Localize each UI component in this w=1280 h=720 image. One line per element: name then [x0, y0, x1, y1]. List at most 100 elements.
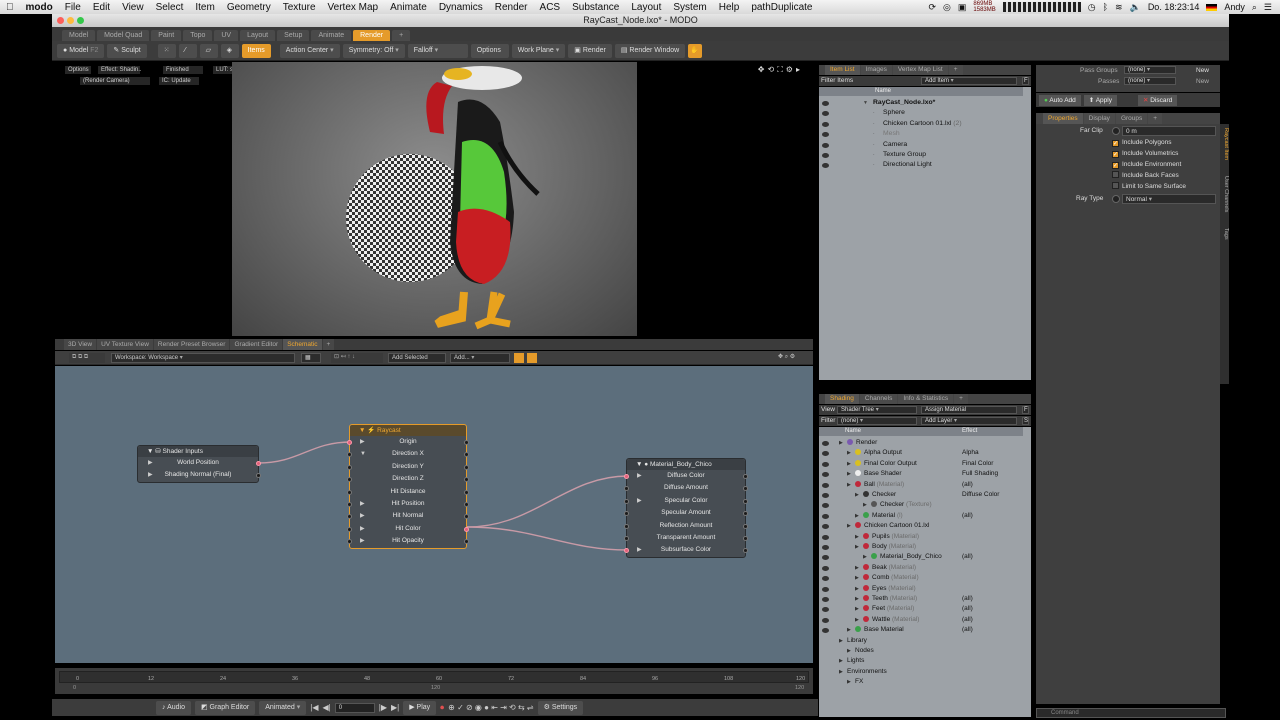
- add-layer-dropdown[interactable]: Add Layer: [921, 417, 1017, 425]
- add-item-dropdown[interactable]: Add Item: [921, 77, 1017, 85]
- node-port-hit-color[interactable]: ▶ Hit Color: [347, 523, 469, 535]
- expand-arrow-icon[interactable]: ▶: [839, 636, 843, 646]
- visibility-eye-icon[interactable]: [822, 142, 829, 148]
- apple-icon[interactable]: : [0, 2, 20, 13]
- expand-arrow-icon[interactable]: ▶: [855, 594, 859, 604]
- node-port-direction-y[interactable]: Direction Y: [347, 461, 469, 473]
- select-materials-icon[interactable]: ◈: [220, 43, 239, 58]
- shader-row-lights[interactable]: ▶ Lights: [819, 656, 1023, 666]
- item-row-directional-light[interactable]: · Directional Light: [819, 160, 1023, 170]
- expand-arrow-icon[interactable]: ▶: [360, 523, 365, 535]
- expand-arrow-icon[interactable]: ▶: [855, 563, 859, 573]
- shading-f-button[interactable]: F: [1022, 406, 1029, 414]
- expand-arrow-icon[interactable]: ▶: [855, 542, 859, 552]
- expand-arrow-icon[interactable]: ▶: [847, 625, 851, 635]
- node-port-reflection-amount[interactable]: Reflection Amount: [624, 520, 748, 532]
- visibility-eye-icon[interactable]: [822, 163, 829, 169]
- expand-arrow-icon[interactable]: ▶: [148, 457, 153, 469]
- effect-value[interactable]: (all): [962, 480, 973, 490]
- shader-row-ball[interactable]: ▶ Ball (Material) (all): [819, 480, 1023, 490]
- mode-tab-setup[interactable]: Setup: [277, 30, 310, 41]
- expand-arrow-icon[interactable]: ▶: [360, 510, 365, 522]
- graph-editor-button[interactable]: ◩ Graph Editor: [194, 700, 256, 715]
- tab-item-list[interactable]: Item List: [825, 65, 860, 75]
- shader-inputs-node[interactable]: ▼ ⛁ Shader Inputs ▶ World Position ▶ Shadin…: [137, 445, 261, 483]
- node-port-specular-color[interactable]: ▶ Specular Color: [624, 495, 748, 507]
- node-port-world-position[interactable]: ▶ World Position: [138, 457, 261, 469]
- notifications-icon[interactable]: ☰: [1264, 2, 1272, 13]
- shader-row-material-body-chico[interactable]: ▶ Material_Body_Chico (all): [819, 552, 1023, 562]
- options-button[interactable]: Options: [470, 43, 509, 58]
- assign-material-button[interactable]: Assign Material: [921, 406, 1017, 414]
- raycast-node[interactable]: ▼ ⚡ Raycast ▶ Origin ▼ Direction X Direction…: [347, 424, 469, 549]
- visibility-eye-icon[interactable]: [822, 565, 829, 571]
- visibility-eye-icon[interactable]: [822, 101, 829, 106]
- app-menu[interactable]: modo: [20, 2, 59, 13]
- key-tools-icons[interactable]: ⊕ ✓ ⊘ ◉ ● ⇤ ⇥ ⟲ ⇆ ⇌: [448, 703, 533, 712]
- expand-arrow-icon[interactable]: ▶: [637, 470, 642, 482]
- tab-properties[interactable]: Properties: [1043, 113, 1083, 124]
- ray-type-dropdown[interactable]: Normal: [1122, 194, 1216, 204]
- add-tab-icon[interactable]: +: [1148, 113, 1163, 124]
- item-row-chicken-cartoon-01-lxl[interactable]: · Chicken Cartoon 01.lxl (2): [819, 119, 1023, 129]
- output-port[interactable]: [464, 440, 469, 445]
- shader-row-alpha-output[interactable]: ▶ Alpha Output Alpha: [819, 448, 1023, 458]
- mode-tab-animate[interactable]: Animate: [311, 30, 352, 41]
- close-window-icon[interactable]: [57, 17, 64, 24]
- effect-value[interactable]: Full Shading: [962, 469, 998, 479]
- input-port[interactable]: [624, 486, 629, 492]
- node-header[interactable]: ▼ ⛁ Shader Inputs: [138, 446, 258, 457]
- play-button[interactable]: ▶ Play: [403, 700, 437, 715]
- tab-gradient-editor[interactable]: Gradient Editor: [230, 339, 283, 350]
- volume-icon[interactable]: 🔈: [1130, 2, 1141, 13]
- far-clip-field[interactable]: 0 m: [1122, 126, 1216, 136]
- new-pass-button[interactable]: New: [1196, 78, 1209, 85]
- effect-value[interactable]: Diffuse Color: [962, 490, 999, 500]
- expand-arrow-icon[interactable]: ▶: [847, 469, 851, 479]
- expand-arrow-icon[interactable]: ▶: [855, 584, 859, 594]
- visibility-eye-icon[interactable]: [822, 482, 829, 488]
- visibility-eye-icon[interactable]: [822, 513, 829, 519]
- item-row-sphere[interactable]: · Sphere: [819, 108, 1023, 118]
- tab-render-preset-browser[interactable]: Render Preset Browser: [153, 339, 230, 350]
- effect-value[interactable]: (all): [962, 511, 973, 521]
- command-field[interactable]: Command: [1036, 708, 1226, 718]
- tab-vertex-map-list[interactable]: Vertex Map List: [892, 65, 948, 75]
- ic-dropdown[interactable]: IC: Update: [159, 77, 199, 85]
- passes-dropdown[interactable]: (none): [1124, 77, 1176, 85]
- shader-row-base-shader[interactable]: ▶ Base Shader Full Shading: [819, 469, 1023, 479]
- apply-button[interactable]: ⬆ Apply: [1083, 94, 1117, 106]
- zoom-window-icon[interactable]: [77, 17, 84, 24]
- check-limit-to-same-surface[interactable]: Limit to Same Surface: [1112, 182, 1186, 192]
- select-polygons-icon[interactable]: ▱: [199, 43, 218, 58]
- menu-animate[interactable]: Animate: [384, 2, 433, 13]
- collapse-arrow-icon[interactable]: ▼: [863, 98, 868, 108]
- input-port[interactable]: [624, 498, 629, 504]
- viewport-options-button[interactable]: Options: [65, 66, 91, 74]
- menu-edit[interactable]: Edit: [87, 2, 116, 13]
- new-pass-group-button[interactable]: New: [1196, 67, 1209, 74]
- effect-value[interactable]: (all): [962, 552, 973, 562]
- select-vertices-icon[interactable]: ⁙: [157, 43, 176, 58]
- visibility-eye-icon[interactable]: [822, 132, 829, 138]
- shader-row-fx[interactable]: ▶ FX: [819, 677, 1023, 687]
- symmetry-dropdown[interactable]: Symmetry: Off: [342, 43, 405, 58]
- checkbox-icon[interactable]: ✓: [1112, 151, 1119, 158]
- input-port[interactable]: [347, 514, 352, 520]
- material-node[interactable]: ▼ ● Material_Body_Chico ▶ Diffuse Color Di…: [624, 458, 748, 558]
- shader-row-base-material[interactable]: ▶ Base Material (all): [819, 625, 1023, 635]
- shader-row-feet[interactable]: ▶ Feet (Material) (all): [819, 604, 1023, 614]
- effect-value[interactable]: (all): [962, 594, 973, 604]
- hand-icon[interactable]: ✋: [688, 43, 703, 58]
- menu-item[interactable]: Item: [189, 2, 220, 13]
- settings-button[interactable]: ⚙ Settings: [537, 700, 584, 715]
- menu-select[interactable]: Select: [150, 2, 190, 13]
- shader-row-beak[interactable]: ▶ Beak (Material): [819, 563, 1023, 573]
- input-port[interactable]: [347, 501, 352, 507]
- tab-channels[interactable]: Channels: [859, 394, 898, 404]
- side-tab-tags[interactable]: Tags: [1220, 228, 1229, 240]
- next-key-icon[interactable]: |▶: [379, 703, 387, 712]
- item-row-texture-group[interactable]: · Texture Group: [819, 150, 1023, 160]
- effect-value[interactable]: (all): [962, 604, 973, 614]
- schematic-canvas[interactable]: ▼ ⛁ Shader Inputs ▶ World Position ▶ Shadin…: [55, 366, 813, 663]
